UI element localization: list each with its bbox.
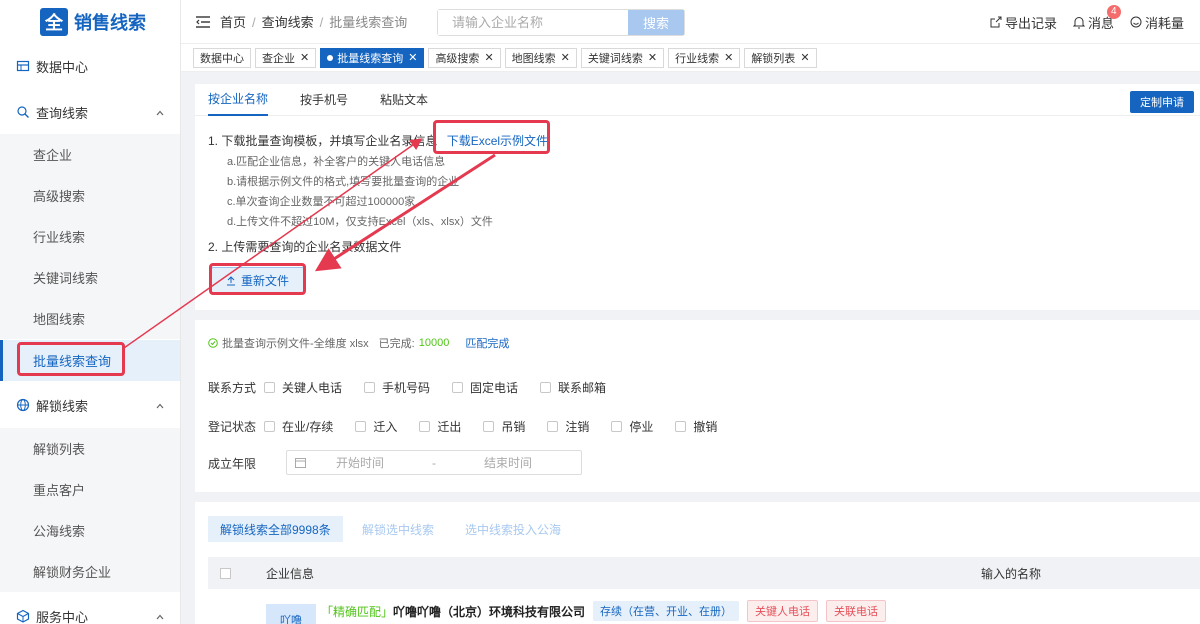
arrow-sidebar-to-download <box>123 138 423 349</box>
arrow-download-to-upload <box>314 153 496 272</box>
annotation-arrows <box>123 138 496 349</box>
